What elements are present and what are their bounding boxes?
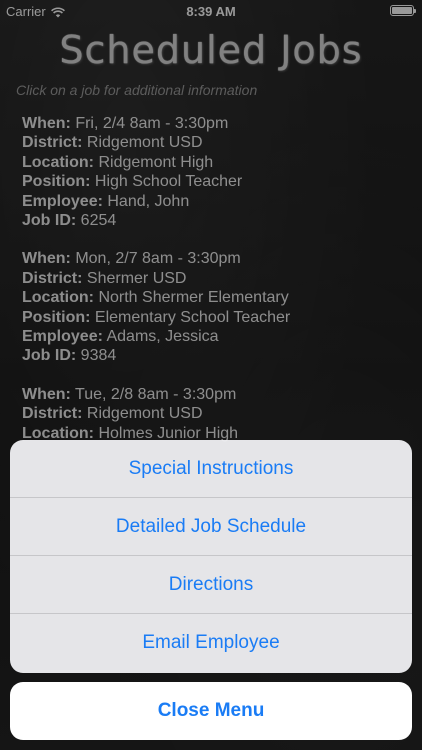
action-sheet: Special Instructions Detailed Job Schedu… <box>10 440 412 673</box>
special-instructions-button[interactable]: Special Instructions <box>10 440 412 498</box>
close-menu-button[interactable]: Close Menu <box>10 682 412 740</box>
email-employee-button[interactable]: Email Employee <box>10 614 412 672</box>
detailed-job-schedule-button[interactable]: Detailed Job Schedule <box>10 498 412 556</box>
directions-button[interactable]: Directions <box>10 556 412 614</box>
